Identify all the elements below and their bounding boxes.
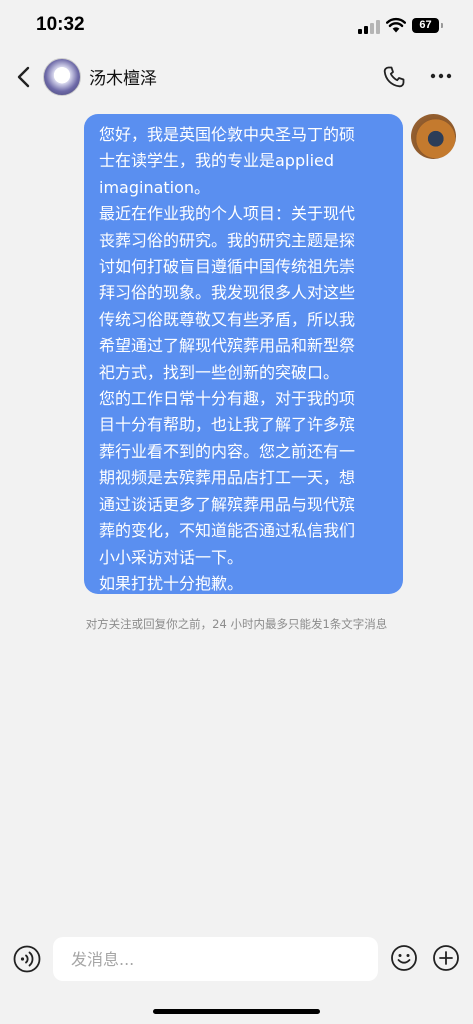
phone-icon[interactable] [382, 65, 406, 89]
contact-name[interactable]: 汤木檀泽 [89, 64, 157, 89]
input-bar [0, 932, 473, 1024]
cellular-signal-icon [358, 20, 380, 34]
voice-icon[interactable] [12, 944, 42, 974]
status-bar: 10:32 67 [0, 0, 473, 52]
message-text: 您好，我是英国伦敦中央圣马丁的硕 士在读学生，我的专业是applied imag… [99, 125, 356, 593]
more-horizontal-icon[interactable] [430, 72, 452, 80]
message-input[interactable] [53, 937, 378, 981]
battery-icon: 67 [412, 18, 443, 33]
contact-avatar[interactable] [43, 58, 81, 96]
status-time: 10:32 [36, 14, 85, 35]
chat-area[interactable]: 您好，我是英国伦敦中央圣马丁的硕 士在读学生，我的专业是applied imag… [0, 102, 473, 932]
chat-header: 汤木檀泽 [0, 52, 473, 102]
message-bubble[interactable]: 您好，我是英国伦敦中央圣马丁的硕 士在读学生，我的专业是applied imag… [84, 114, 403, 594]
plus-icon[interactable] [432, 944, 460, 972]
home-indicator [153, 1009, 320, 1014]
battery-level: 67 [419, 19, 432, 31]
emoji-icon[interactable] [390, 944, 418, 972]
chevron-left-icon[interactable] [14, 64, 36, 90]
message-limit-notice: 对方关注或回复你之前，24 小时内最多只能发1条文字消息 [85, 617, 388, 631]
wifi-icon [386, 17, 406, 33]
my-avatar[interactable] [411, 114, 456, 159]
